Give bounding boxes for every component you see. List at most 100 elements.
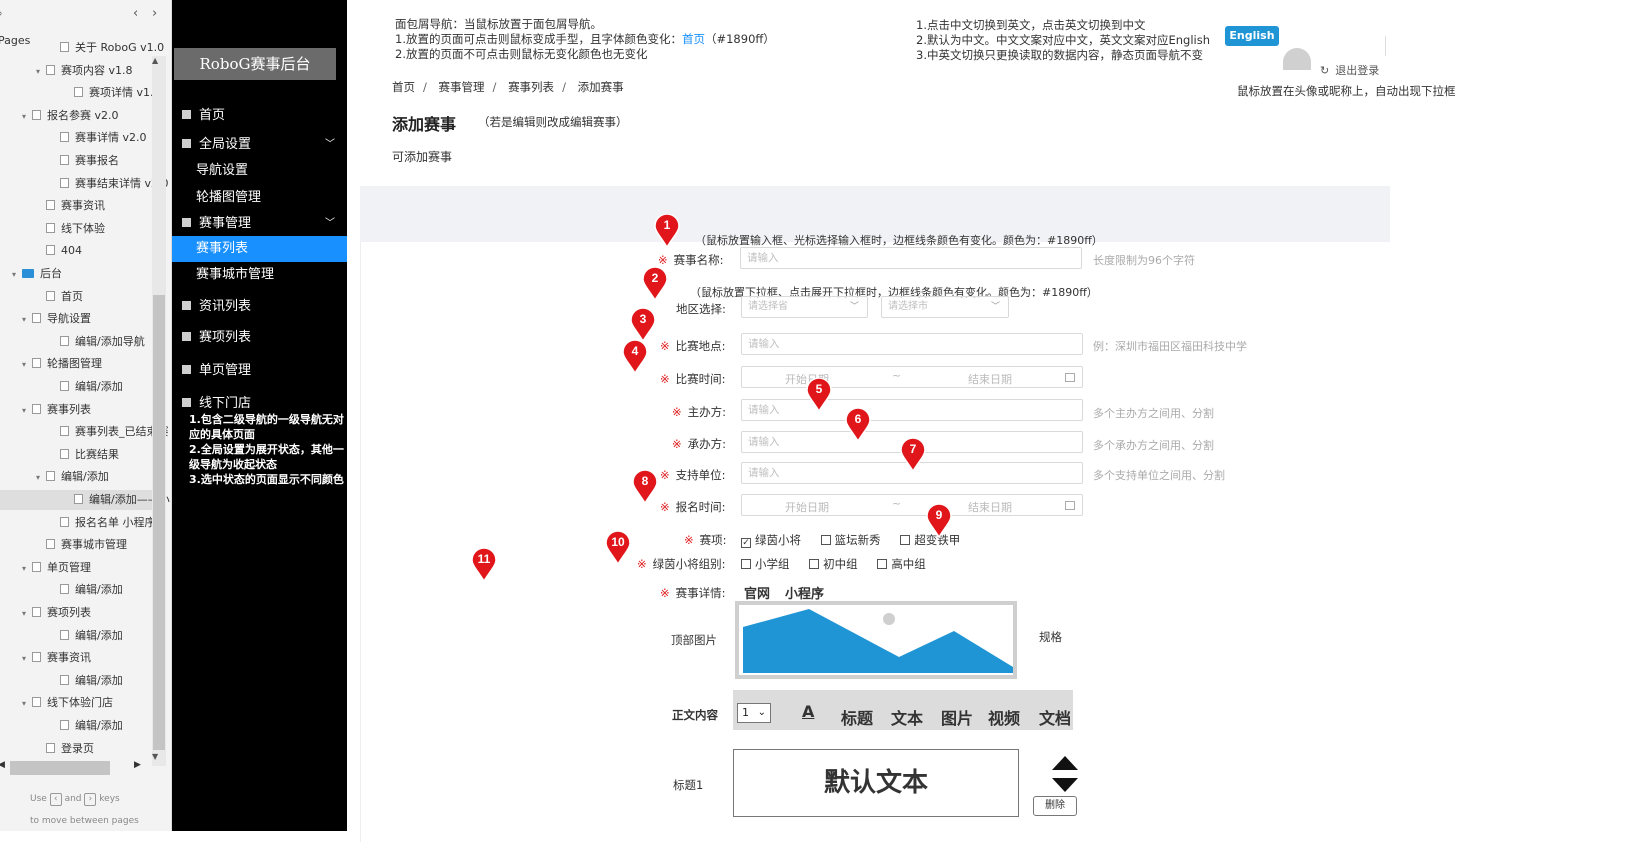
page-tree-item[interactable]: 报名名单 小程序 (0, 513, 156, 533)
page-tree-item[interactable]: ▾ 赛事资讯 (0, 648, 152, 668)
scroll-left-icon[interactable]: ◀ (0, 760, 5, 770)
page-tree-item[interactable]: 赛项详情 v1.8 (0, 83, 161, 103)
page-tree-item[interactable]: 编辑/添加导航 (0, 332, 152, 352)
host-input[interactable]: 请输入 (741, 399, 1083, 421)
back-arrow-icon[interactable]: ‹ (133, 6, 138, 21)
page-tree-item[interactable]: 编辑/添加 (0, 671, 152, 691)
nav-event-city[interactable]: 赛事城市管理 (172, 262, 347, 288)
insert-document-button[interactable]: 文档 (1039, 705, 1071, 729)
nav-carousel[interactable]: 轮播图管理 (172, 185, 347, 211)
nav-event-management[interactable]: 赛事管理 ﹀ (172, 211, 347, 237)
group-option-senior[interactable]: 高中组 (877, 557, 926, 571)
page-tree-item[interactable]: 赛事详情 v2.0 (0, 128, 152, 148)
page-tree-item[interactable]: ▾ 线下体验门店 (0, 693, 152, 713)
tree-expand-icon[interactable]: ▾ (22, 310, 32, 330)
scroll-right-icon[interactable]: ▶ (134, 760, 141, 770)
page-tree-item[interactable]: 赛事结束详情 v2.0 (0, 174, 169, 194)
insert-video-button[interactable]: 视频 (988, 705, 1020, 729)
tree-expand-icon[interactable]: ▾ (22, 401, 32, 421)
page-tree-item[interactable]: 编辑/添加——小 (0, 490, 170, 510)
page-tree-item[interactable]: ▾ 轮播图管理 (0, 354, 152, 374)
group-option-junior[interactable]: 初中组 (809, 557, 858, 571)
tree-expand-icon[interactable]: ▾ (22, 559, 32, 579)
nav-event-list[interactable]: 赛事列表 (172, 236, 347, 262)
nav-item-list[interactable]: 赛项列表 (172, 325, 347, 351)
user-avatar[interactable] (1283, 48, 1311, 70)
nav-single-page[interactable]: 单页管理 (172, 358, 347, 384)
page-tree-item[interactable]: 编辑/添加 (0, 716, 152, 736)
page-tree-item[interactable]: ▾ 赛项列表 (0, 603, 152, 623)
checkbox-icon[interactable] (809, 559, 820, 569)
checkbox-icon[interactable] (877, 559, 888, 569)
scroll-up-icon[interactable]: ▲ (152, 56, 158, 65)
match-end-date[interactable]: 结束日期 (968, 371, 1012, 387)
tree-expand-icon[interactable]: ▾ (36, 468, 46, 488)
page-tree-item[interactable]: 赛事城市管理 (0, 535, 152, 555)
default-text-block[interactable]: 默认文本 (733, 749, 1019, 817)
page-tree-item[interactable]: ▾ 导航设置 (0, 309, 152, 329)
page-tree-item[interactable]: ▾ 报名参赛 v2.0 (0, 106, 152, 126)
event-name-input[interactable]: 请输入 (740, 247, 1082, 269)
checkbox-icon[interactable] (741, 559, 751, 569)
item-option-basketball[interactable]: 篮坛新秀 (820, 533, 881, 547)
page-tree-item[interactable]: 首页 (0, 287, 152, 307)
page-tree-item[interactable]: 赛事资讯 (0, 196, 152, 216)
venue-input[interactable]: 请输入 (741, 333, 1083, 355)
search-icon[interactable]: ⌕ (0, 6, 3, 21)
page-tree-item[interactable]: ▾ 单页管理 (0, 558, 152, 578)
tree-expand-icon[interactable]: ▾ (22, 649, 32, 669)
signup-start-date[interactable]: 开始日期 (785, 499, 829, 515)
page-tree-item[interactable]: 赛事列表_已结束赛 (0, 422, 169, 442)
move-up-down-icon[interactable] (1052, 756, 1078, 796)
nav-global-settings[interactable]: 全局设置 ﹀ (172, 132, 347, 158)
folder-icon (22, 269, 34, 278)
tree-expand-icon[interactable]: ▾ (22, 355, 32, 375)
page-tree-item[interactable]: 404 (0, 241, 152, 261)
scroll-down-icon[interactable]: ▼ (152, 752, 158, 761)
breadcrumb-event-list[interactable]: 赛事列表 (508, 80, 554, 94)
insert-heading-button[interactable]: 标题 (841, 705, 873, 729)
top-image-placeholder[interactable] (735, 601, 1017, 679)
breadcrumb-home[interactable]: 首页 (392, 80, 415, 94)
tree-expand-icon[interactable]: ▾ (12, 265, 22, 285)
page-tree-item[interactable]: ▾ 编辑/添加 (0, 467, 152, 487)
tab-website[interactable]: 官网 (744, 583, 770, 602)
language-toggle-button[interactable]: English (1225, 26, 1279, 46)
page-tree-item[interactable]: ▾ 后台 (0, 264, 152, 284)
checkbox-icon[interactable] (900, 535, 911, 545)
page-tree-item[interactable]: 编辑/添加 (0, 580, 152, 600)
checkbox-checked-icon[interactable]: ✓ (741, 538, 751, 548)
checkbox-icon[interactable] (820, 535, 831, 545)
tree-expand-icon[interactable]: ▾ (36, 62, 46, 82)
nav-home[interactable]: 首页 (172, 103, 347, 129)
tree-scroll-thumb[interactable] (153, 295, 165, 750)
page-tree-item[interactable]: 线下体验 (0, 219, 152, 239)
tree-expand-icon[interactable]: ▾ (22, 694, 32, 714)
city-select[interactable]: 请选择市 ﹀ (881, 296, 1009, 318)
font-color-button[interactable]: A (802, 702, 814, 721)
breadcrumb-event-management[interactable]: 赛事管理 (439, 80, 485, 94)
page-tree-item[interactable]: 关于 RoboG v1.0 (0, 38, 164, 58)
insert-text-button[interactable]: 文本 (891, 705, 923, 729)
page-tree-item[interactable]: 编辑/添加 (0, 626, 152, 646)
page-tree-item[interactable]: ▾ 赛项内容 v1.8 (0, 61, 152, 81)
logout-link[interactable]: ↻ 退出登录 (1320, 62, 1379, 78)
page-tree-item[interactable]: ▾ 赛事列表 (0, 400, 152, 420)
page-tree-item[interactable]: 赛事报名 (0, 151, 152, 171)
item-option-green[interactable]: ✓ 绿茵小将 (741, 533, 801, 548)
group-option-primary[interactable]: 小学组 (741, 557, 790, 571)
nav-news-list[interactable]: 资讯列表 (172, 294, 347, 320)
nav-nav-settings[interactable]: 导航设置 (172, 158, 347, 184)
insert-image-button[interactable]: 图片 (941, 705, 973, 729)
tree-hscroll-thumb[interactable] (10, 761, 110, 775)
page-tree-item[interactable]: 比赛结果 (0, 445, 152, 465)
tree-expand-icon[interactable]: ▾ (22, 107, 32, 127)
page-tree-item[interactable]: 编辑/添加 (0, 377, 152, 397)
tree-expand-icon[interactable]: ▾ (22, 604, 32, 624)
font-size-select[interactable]: 1 ⌄ (737, 703, 771, 723)
province-select[interactable]: 请选择省 ﹀ (741, 296, 868, 318)
delete-button[interactable]: 删除 (1033, 796, 1077, 816)
page-tree-item[interactable]: 登录页 (0, 739, 152, 759)
signup-end-date[interactable]: 结束日期 (968, 499, 1012, 515)
forward-arrow-icon[interactable]: › (152, 6, 157, 21)
